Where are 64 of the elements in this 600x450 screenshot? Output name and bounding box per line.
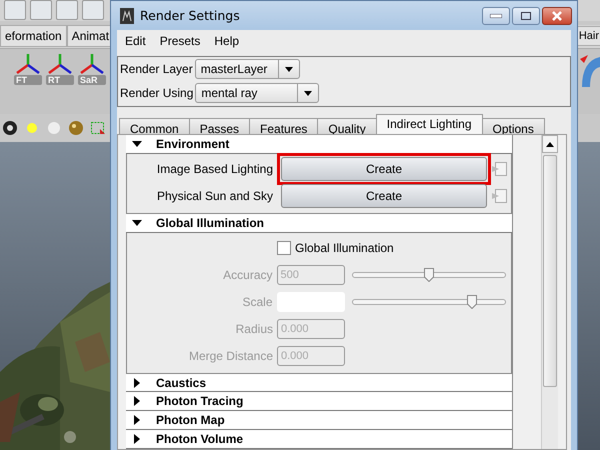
maximize-icon <box>521 12 531 20</box>
axes-icon <box>14 52 42 75</box>
tab[interactable]: Common <box>119 118 190 134</box>
tab[interactable]: Options <box>482 118 545 134</box>
field-label: Physical Sun and Sky <box>156 189 274 204</box>
scrollbar[interactable] <box>541 135 558 449</box>
slider-track[interactable] <box>352 272 506 278</box>
shelf-tab[interactable]: Hair <box>576 26 600 46</box>
dropdown[interactable]: mental ray <box>195 83 320 103</box>
triangle-right-icon <box>132 415 142 426</box>
menu-item[interactable]: Help <box>214 34 240 48</box>
app-icon <box>120 8 134 24</box>
slider-track[interactable] <box>352 299 506 306</box>
material-sphere-icon[interactable] <box>68 120 84 136</box>
close-icon <box>551 10 563 20</box>
triangle-down-icon <box>132 218 142 228</box>
tool-icon[interactable] <box>4 0 26 20</box>
select-region-icon[interactable] <box>90 120 106 136</box>
close-button[interactable] <box>542 6 572 24</box>
triangle-right-icon <box>132 434 142 444</box>
checkbox-label: Global Illumination <box>295 241 394 256</box>
window-title: Render Settings <box>140 8 241 23</box>
section-header[interactable]: Photon Map <box>126 411 512 430</box>
checker-ball-icon[interactable] <box>2 120 18 136</box>
maximize-button[interactable] <box>512 6 540 24</box>
field-label: Accuracy <box>222 268 274 282</box>
create-button[interactable]: Create <box>281 184 487 208</box>
tab[interactable]: Quality <box>317 118 377 134</box>
section-header[interactable]: Environment <box>126 135 512 154</box>
create-button[interactable]: Create <box>281 157 487 182</box>
field-label: Radius <box>234 322 274 336</box>
axes-icon <box>78 52 106 75</box>
menu-item[interactable]: Presets <box>160 34 200 48</box>
field-label: Render Layer <box>120 62 193 76</box>
section-header[interactable]: Photon Tracing <box>126 392 512 412</box>
shelf-tab[interactable]: eformation <box>0 25 67 48</box>
map-icon[interactable] <box>491 161 507 178</box>
field-label: Merge Distance <box>188 349 274 364</box>
curve-icon[interactable] <box>578 52 600 89</box>
tab[interactable]: Indirect Lighting <box>376 114 482 134</box>
tool-icon[interactable] <box>30 0 52 20</box>
section-header[interactable]: Global Illumination <box>126 214 512 233</box>
field-label: Image Based Lighting <box>156 162 274 176</box>
triangle-right-icon <box>132 396 142 406</box>
tool-icon[interactable] <box>82 0 104 20</box>
minimize-button[interactable] <box>482 6 510 24</box>
section-header[interactable]: Photon Volume <box>126 430 512 449</box>
section-header[interactable]: Caustics <box>126 374 512 392</box>
minimize-icon <box>490 14 502 18</box>
field-label: Scale <box>242 295 274 310</box>
tab[interactable]: Features <box>249 118 318 134</box>
axes-icon <box>46 52 74 75</box>
caret-icon <box>304 90 312 96</box>
checkbox[interactable] <box>277 241 291 256</box>
field-label: Render Using <box>120 86 194 100</box>
triangle-down-icon <box>132 138 142 149</box>
menu-item[interactable]: Edit <box>125 34 146 48</box>
caret-icon <box>284 66 293 72</box>
tool-icon[interactable] <box>56 0 78 20</box>
map-icon[interactable] <box>491 188 507 204</box>
sphere-icon[interactable] <box>46 120 62 136</box>
dropdown[interactable]: masterLayer <box>194 59 300 79</box>
tab[interactable]: Passes <box>188 118 250 134</box>
triangle-right-icon <box>132 378 142 388</box>
